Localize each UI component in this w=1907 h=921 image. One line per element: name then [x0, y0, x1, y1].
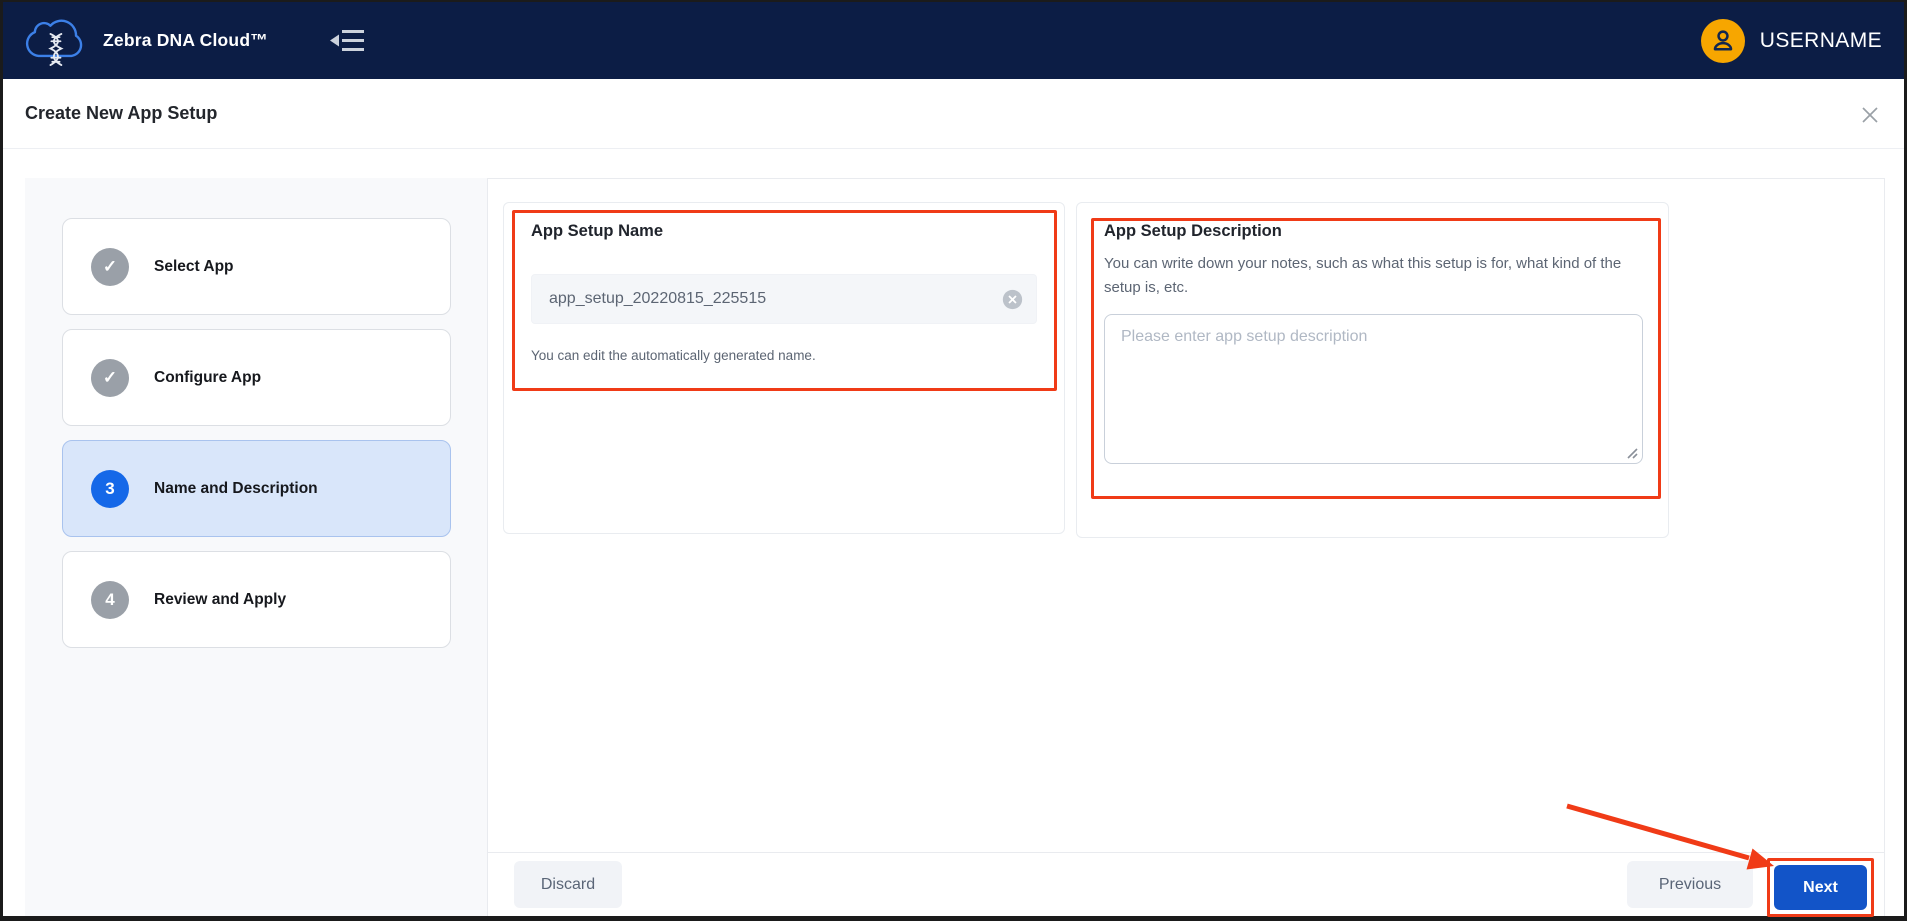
step-3-number-badge: 3	[91, 470, 129, 508]
app-setup-name-input[interactable]	[549, 290, 1002, 308]
step-2-check-icon: ✓	[91, 359, 129, 397]
close-icon[interactable]	[1860, 105, 1880, 125]
step-label: Name and Description	[154, 480, 318, 498]
wizard-content: App Setup Name You can edit the automati…	[488, 179, 1884, 852]
step-label: Review and Apply	[154, 591, 286, 609]
app-setup-name-section: App Setup Name You can edit the automati…	[503, 202, 1065, 534]
name-helper-text: You can edit the automatically generated…	[531, 348, 1038, 363]
clear-input-icon[interactable]	[1002, 289, 1023, 310]
step-4-number-badge: 4	[91, 581, 129, 619]
wizard-footer: Discard Previous Next	[488, 852, 1884, 916]
step-label: Select App	[154, 258, 234, 276]
discard-button[interactable]: Discard	[514, 861, 622, 908]
step-review-and-apply[interactable]: 4 Review and Apply	[62, 551, 451, 648]
step-configure-app[interactable]: ✓ Configure App	[62, 329, 451, 426]
name-section-title: App Setup Name	[531, 222, 1038, 241]
resize-handle-icon[interactable]	[1626, 447, 1638, 459]
next-button[interactable]: Next	[1774, 865, 1867, 910]
app-header: Zebra DNA Cloud™ USERNAME	[3, 2, 1904, 79]
step-1-check-icon: ✓	[91, 248, 129, 286]
highlight-box-next: Next	[1767, 858, 1874, 917]
app-title: Zebra DNA Cloud™	[103, 30, 268, 51]
wizard-stepper: ✓ Select App ✓ Configure App 3 Name and …	[25, 178, 488, 916]
description-hint-text: You can write down your notes, such as w…	[1104, 252, 1656, 300]
user-avatar[interactable]	[1701, 19, 1745, 63]
app-setup-description-section: App Setup Description You can write down…	[1076, 202, 1669, 538]
step-name-and-description[interactable]: 3 Name and Description	[62, 440, 451, 537]
app-setup-description-textarea[interactable]	[1104, 314, 1643, 464]
zebra-dna-cloud-logo-icon	[23, 13, 87, 75]
dialog-title: Create New App Setup	[25, 103, 217, 124]
previous-button[interactable]: Previous	[1627, 861, 1753, 908]
dialog-title-bar: Create New App Setup	[3, 79, 1904, 149]
wizard-main-panel: App Setup Name You can edit the automati…	[487, 178, 1885, 916]
username-label[interactable]: USERNAME	[1760, 29, 1882, 53]
menu-collapse-icon[interactable]	[330, 27, 365, 54]
step-label: Configure App	[154, 369, 261, 387]
step-select-app[interactable]: ✓ Select App	[62, 218, 451, 315]
app-setup-name-field[interactable]	[531, 274, 1037, 324]
window-frame: Zebra DNA Cloud™ USERNAME Create New App…	[0, 0, 1907, 921]
person-icon	[1710, 28, 1736, 54]
description-section-title: App Setup Description	[1104, 222, 1642, 241]
